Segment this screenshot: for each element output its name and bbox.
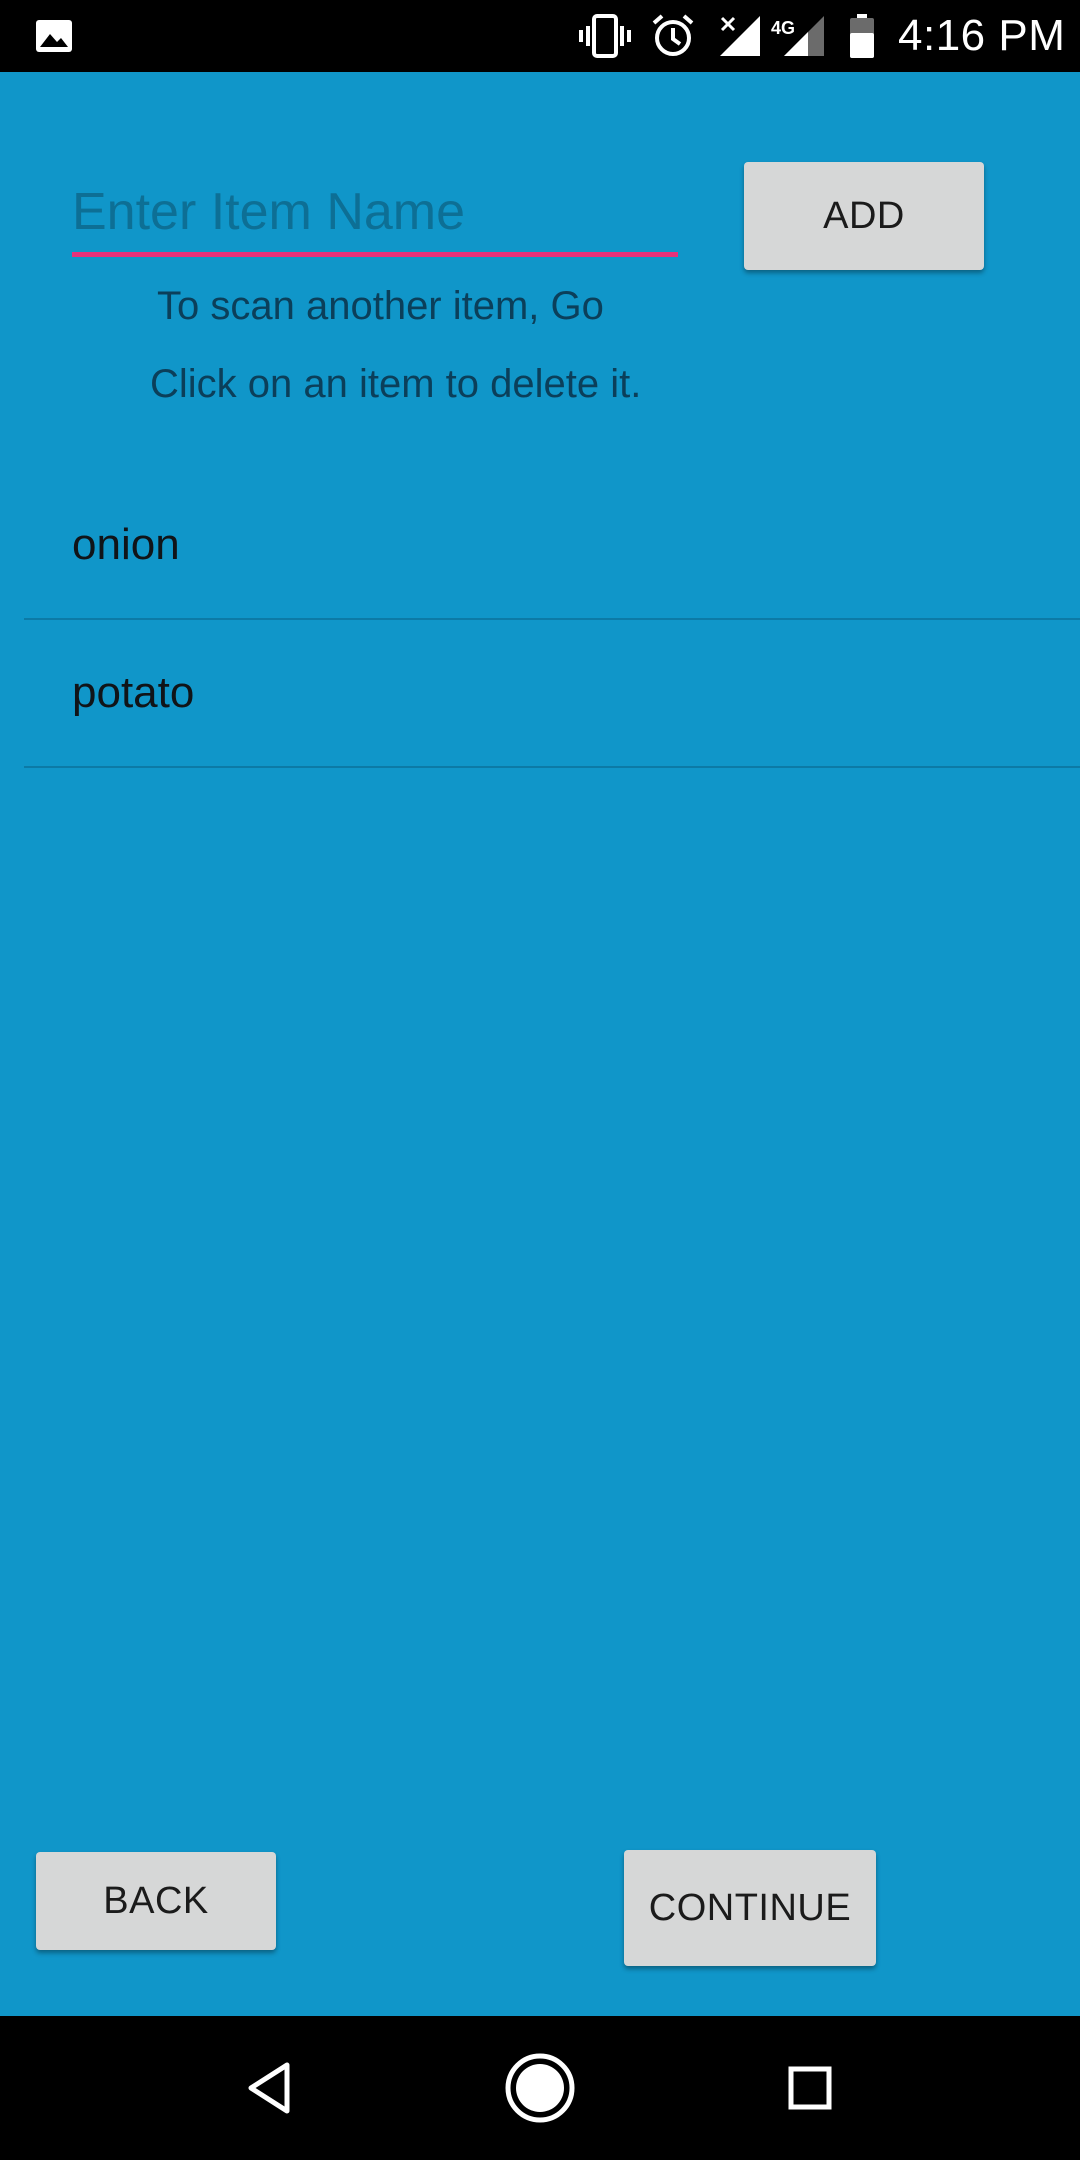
recents-square-icon[interactable]: [740, 2016, 880, 2160]
back-triangle-icon[interactable]: [200, 2016, 340, 2160]
list-item[interactable]: onion: [24, 472, 1080, 620]
navigation-bar: [0, 2016, 1080, 2160]
list-item-label: onion: [72, 520, 180, 569]
network-type-label: 4G: [771, 17, 796, 38]
item-list: onion potato: [0, 472, 1080, 768]
alarm-icon: [650, 0, 696, 72]
delete-hint-text: Click on an item to delete it.: [150, 362, 642, 406]
list-item-label: potato: [72, 668, 195, 717]
status-time: 4:16 PM: [898, 11, 1066, 60]
home-circle-icon[interactable]: [470, 2016, 610, 2160]
battery-icon: [848, 0, 876, 72]
back-button[interactable]: BACK: [36, 1852, 276, 1950]
continue-button[interactable]: CONTINUE: [624, 1850, 876, 1966]
add-button[interactable]: ADD: [744, 162, 984, 270]
app-content: ADD To scan another item, Go Click on an…: [0, 72, 1080, 2016]
status-bar: 4G 4:16 PM: [0, 0, 1080, 72]
item-name-input[interactable]: [72, 172, 678, 257]
signal-no-data-icon: [718, 0, 762, 72]
list-item[interactable]: potato: [24, 620, 1080, 768]
vibrate-icon: [578, 0, 632, 72]
scan-hint-text: To scan another item, Go: [157, 284, 604, 328]
image-notification-icon: [34, 0, 74, 72]
